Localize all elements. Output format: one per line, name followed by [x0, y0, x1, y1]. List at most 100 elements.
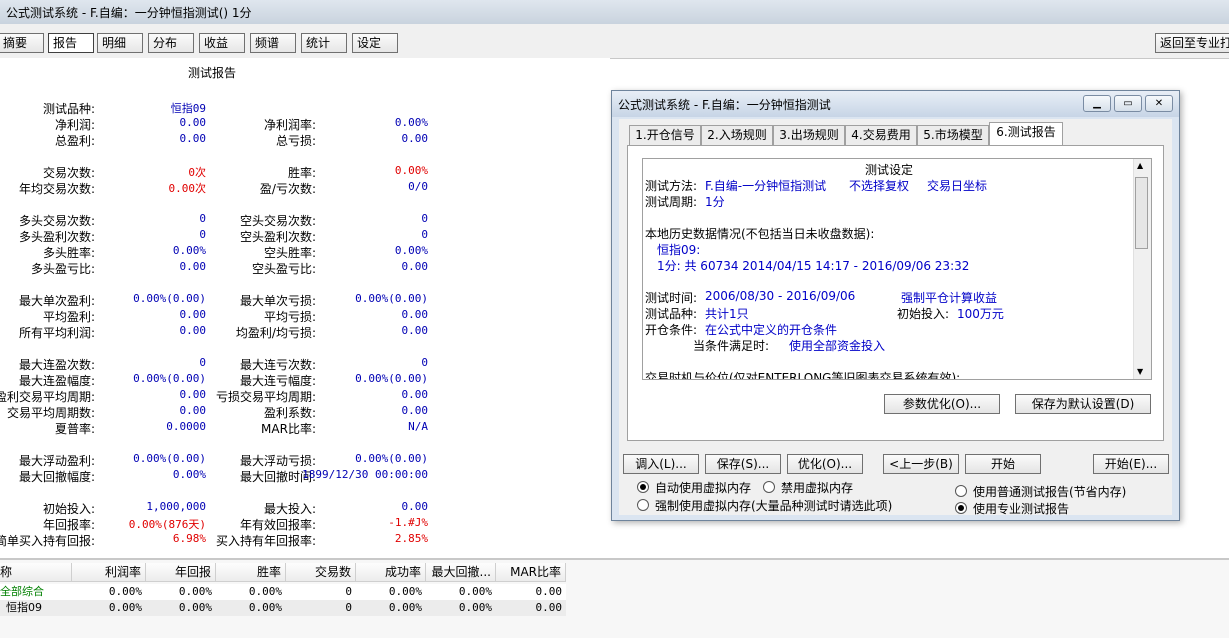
cell: 0.00%	[458, 601, 492, 614]
radio-force-virtual-memory[interactable]: 强制使用虚拟内存(大量品种测试时请选此项)	[637, 497, 892, 514]
rights-value: 不选择复权	[849, 179, 910, 193]
start-e-button[interactable]: 开始(E)...	[1093, 454, 1169, 474]
row-name: 恒指09	[6, 601, 42, 614]
col-header-mar-ratio[interactable]: MAR比率	[496, 563, 566, 582]
report-label: 年有效回报率:	[239, 518, 316, 532]
dialog-body: 1.开仓信号 2.入场规则 3.出场规则 4.交易费用 5.市场模型 6.测试报…	[619, 119, 1172, 517]
close-icon[interactable]: ✕	[1145, 95, 1173, 112]
tab-exit-rules[interactable]: 3.出场规则	[773, 125, 845, 145]
window-title-bar: 公式测试系统 - F.自编：一分钟恒指测试() 1分	[0, 0, 1229, 25]
col-header-trade-count[interactable]: 交易数	[286, 563, 356, 582]
cell: 0.00%	[178, 601, 212, 614]
col-header-name[interactable]: 称	[0, 563, 72, 582]
report-label: 所有平均利润:	[18, 326, 95, 340]
report-value: 0.00%(0.00)	[133, 292, 206, 305]
report-value: 0.00	[179, 404, 207, 417]
start-button[interactable]: 开始	[965, 454, 1041, 474]
report-label: 均盈利/均亏损:	[235, 326, 316, 340]
report-label: 最大连亏幅度:	[239, 374, 316, 388]
table-row[interactable]: 全部综合 0.00% 0.00% 0.00% 0 0.00% 0.00% 0.0…	[0, 584, 566, 600]
radio-label: 使用专业测试报告	[973, 502, 1070, 516]
cell: 0.00%	[108, 585, 142, 598]
return-to-pro-button[interactable]: 返回至专业打	[1155, 33, 1229, 53]
radio-label: 禁用虚拟内存	[781, 481, 854, 495]
radio-normal-report[interactable]: 使用普通测试报告(节省内存)	[955, 483, 1126, 500]
report-value: 0.00%(0.00)	[133, 452, 206, 465]
report-title: 测试报告	[188, 66, 237, 80]
tab-entry-rules[interactable]: 2.入场规则	[701, 125, 773, 145]
formula-test-dialog: 公式测试系统 - F.自编：一分钟恒指测试 ▁ ▭ ✕ 1.开仓信号 2.入场规…	[611, 90, 1180, 521]
cell: 0.00%	[388, 585, 422, 598]
radio-icon	[637, 481, 649, 493]
report-value: 0	[421, 228, 428, 241]
report-value: 0.00%	[394, 244, 428, 257]
tab-test-report[interactable]: 6.测试报告	[989, 122, 1063, 146]
scroll-up-icon[interactable]: ▲	[1137, 161, 1143, 170]
tab-report[interactable]: 报告	[48, 33, 94, 53]
report-value: 0.00%	[394, 164, 428, 177]
tab-summary[interactable]: 摘要	[0, 33, 44, 53]
tab-detail[interactable]: 明细	[97, 33, 143, 53]
scroll-thumb[interactable]	[1135, 177, 1148, 249]
scroll-down-icon[interactable]: ▼	[1137, 367, 1143, 376]
report-value: 0.00%(0.00)	[133, 372, 206, 385]
row-name: 全部综合	[0, 585, 44, 598]
col-header-profit-rate[interactable]: 利润率	[72, 563, 146, 582]
radio-icon	[763, 481, 775, 493]
report-label: 年回报率:	[42, 518, 95, 532]
report-label: 总亏损:	[275, 134, 316, 148]
report-value: 0.00	[179, 308, 207, 321]
table-row[interactable]: 恒指09 0.00% 0.00% 0.00% 0 0.00% 0.00% 0.0…	[0, 600, 566, 616]
report-label: 交易平均周期数:	[6, 406, 95, 420]
col-header-success-rate[interactable]: 成功率	[356, 563, 426, 582]
report-label: 最大回撤时间:	[239, 470, 316, 484]
report-value: 0	[199, 356, 206, 369]
save-default-button[interactable]: 保存为默认设置(D)	[1015, 394, 1151, 414]
tab-distribution[interactable]: 分布	[148, 33, 194, 53]
report-value: 0.00	[179, 132, 207, 145]
radio-icon	[955, 485, 967, 497]
report-value: 恒指09	[170, 102, 206, 115]
radio-disable-virtual-memory[interactable]: 禁用虚拟内存	[763, 479, 853, 496]
prev-step-button[interactable]: <上一步(B)	[883, 454, 959, 474]
col-header-max-drawdown[interactable]: 最大回撤...	[426, 563, 496, 582]
tab-trade-fees[interactable]: 4.交易费用	[845, 125, 917, 145]
settings-heading: 测试设定	[864, 163, 913, 177]
radio-auto-virtual-memory[interactable]: 自动使用虚拟内存	[637, 479, 751, 496]
radio-label: 使用普通测试报告(节省内存)	[973, 485, 1127, 499]
tab-market-model[interactable]: 5.市场模型	[917, 125, 989, 145]
period-value: 1分	[705, 195, 725, 209]
tab-statistics[interactable]: 统计	[301, 33, 347, 53]
report-value: 0	[421, 356, 428, 369]
radio-pro-report[interactable]: 使用专业测试报告	[955, 500, 1069, 517]
variety-label: 测试品种:	[645, 307, 698, 321]
report-value: 0	[199, 228, 206, 241]
radio-icon	[637, 499, 649, 511]
cell: 0	[345, 601, 352, 614]
report-value: 0	[421, 212, 428, 225]
tab-settings[interactable]: 设定	[352, 33, 398, 53]
param-optimize-button[interactable]: 参数优化(O)...	[884, 394, 1000, 414]
tab-income[interactable]: 收益	[199, 33, 245, 53]
history-range: 1分: 共 60734 2014/04/15 14:17 - 2016/09/0…	[657, 259, 970, 273]
radio-label: 强制使用虚拟内存(大量品种测试时请选此项)	[655, 499, 893, 513]
optimize-button[interactable]: 优化(O)...	[787, 454, 863, 474]
maximize-icon[interactable]: ▭	[1114, 95, 1142, 112]
window-title: 公式测试系统 - F.自编：一分钟恒指测试() 1分	[6, 6, 252, 20]
report-label: 最大连盈次数:	[18, 358, 95, 372]
report-label: 最大浮动盈利:	[18, 454, 95, 468]
tab-spectrum[interactable]: 频谱	[250, 33, 296, 53]
report-label: 盈/亏次数:	[259, 182, 316, 196]
save-button[interactable]: 保存(S)...	[705, 454, 781, 474]
load-button[interactable]: 调入(L)...	[623, 454, 699, 474]
report-value: 0.00	[179, 116, 207, 129]
minimize-icon[interactable]: ▁	[1083, 95, 1111, 112]
test-settings-text[interactable]: 测试设定 测试方法: F.自编-一分钟恒指测试 不选择复权 交易日坐标 测试周期…	[642, 158, 1152, 380]
report-label: 最大回撤幅度:	[18, 470, 95, 484]
tab-open-signal[interactable]: 1.开仓信号	[629, 125, 701, 145]
report-label: 最大单次亏损:	[239, 294, 316, 308]
vertical-scrollbar[interactable]: ▲ ▼	[1133, 159, 1151, 379]
col-header-annual-return[interactable]: 年回报	[146, 563, 216, 582]
force-close-value: 强制平仓计算收益	[901, 291, 998, 305]
col-header-win-rate[interactable]: 胜率	[216, 563, 286, 582]
